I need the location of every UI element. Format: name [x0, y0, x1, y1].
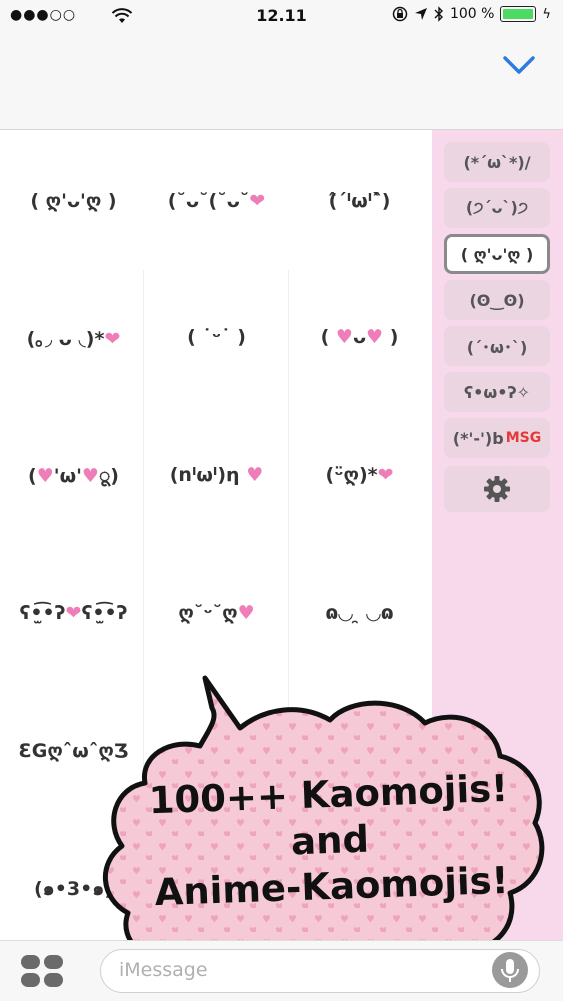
kaomoji-item[interactable]: ღ˘ᵕ˘ღ♥ [145, 544, 288, 682]
kaomoji-item[interactable]: ( ღ'ᴗ'ღ ) [2, 132, 145, 270]
bluetooth-icon [434, 6, 443, 22]
category-tab-1[interactable]: (*ˊωˋ*)/ [444, 142, 550, 182]
settings-button[interactable] [444, 466, 550, 512]
kaomoji-item[interactable]: ɷ◡ ̯ ◡ɷ [288, 544, 431, 682]
battery-percent: 100 % [449, 6, 495, 22]
rotation-lock-icon [392, 6, 408, 22]
kaomoji-item[interactable]: ( ♥ᴗ♥ ) [288, 268, 431, 406]
keyboard-header [0, 32, 563, 130]
kaomoji-item[interactable]: (｡◞ ᴗ ◟)*❤ [2, 268, 145, 406]
mic-button[interactable] [492, 952, 528, 988]
kaomoji-item[interactable]: (˘ᴗ˘(˘ᴗ˘❤ [145, 132, 288, 270]
category-tab-7-label: (*'-')b [452, 428, 504, 448]
location-icon [414, 8, 427, 20]
category-tab-6[interactable]: ʕ•ω•ʔ✧ [444, 372, 550, 412]
charging-icon: ϟ [542, 6, 551, 22]
gear-icon [484, 476, 510, 502]
kaomoji-item[interactable]: ( ˙ᵕ˙ ) [145, 268, 288, 406]
category-tab-2[interactable]: (੭ˊᴗˋ)੭ [444, 188, 550, 228]
message-bar: iMessage [0, 940, 563, 1001]
msg-label: MSG [505, 430, 542, 446]
kaomoji-item[interactable]: ʕ•̫͡•ʔ❤ʕ•̫͡•ʔ [2, 544, 145, 682]
status-right: 100 % ϟ [392, 6, 551, 22]
category-tab-7[interactable]: (*'-')b MSG [444, 418, 550, 458]
kaomoji-item[interactable]: (̂ˊᴵωᴵˋ̂) [288, 132, 431, 270]
kaomoji-item[interactable]: (nᴵωᴵ)η ♥ [145, 406, 288, 544]
kaomoji-item[interactable]: (♥'ω'♥ू) [2, 406, 145, 544]
promo-text: 100++ Kaomojis! and Anime-Kaomojis! [108, 764, 553, 917]
category-tab-4[interactable]: (ʘ‿ʘ) [444, 280, 550, 320]
message-input[interactable]: iMessage [100, 949, 540, 993]
app-drawer-icon[interactable] [20, 954, 64, 988]
chevron-down-icon[interactable] [499, 50, 539, 80]
status-bar: ●●●○○ 12.11 100 % ϟ [0, 0, 563, 32]
category-tab-3[interactable]: ( ღ'ᴗ'ღ ) [444, 234, 550, 274]
kaomoji-item[interactable]: (ᵕ̈ღ)*❤ [288, 406, 431, 544]
microphone-icon [501, 959, 519, 982]
category-tab-5[interactable]: (´･ω･`) [444, 326, 550, 366]
battery-icon [500, 6, 537, 22]
